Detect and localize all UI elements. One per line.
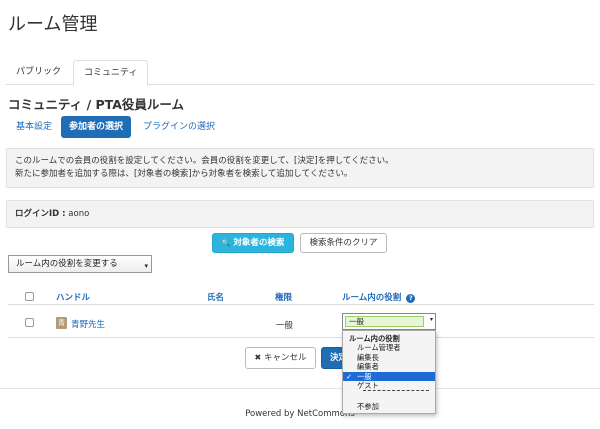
instructions-line-1: このルームでの会員の役割を設定してください。会員の役割を変更して、[決定]を押し… — [15, 156, 394, 166]
search-members-label: 対象者の検索 — [233, 238, 285, 248]
space-tabs: パブリック コミュニティ — [6, 60, 594, 86]
checkmark-icon: ✓ — [346, 372, 353, 381]
member-authority: 一般 — [276, 321, 294, 331]
help-icon[interactable]: ? — [406, 294, 416, 303]
dropdown-option-room-admin[interactable]: ルーム管理者 — [343, 343, 435, 352]
footer-divider — [0, 388, 600, 389]
page-title: ルーム管理 — [8, 14, 98, 35]
login-id-box: ログインID : aono — [6, 200, 594, 228]
member-handle-link[interactable]: 青野先生 — [71, 318, 105, 330]
column-header-handle[interactable]: ハンドル — [56, 291, 90, 303]
bulk-role-select-value: ルーム内の役割を変更する — [16, 259, 118, 269]
role-dropdown-menu: ルーム内の役割 ルーム管理者 編集長 編集者 ✓ 一般 ゲスト 不参加 — [342, 330, 436, 414]
column-header-authority[interactable]: 権限 — [275, 291, 292, 303]
instructions-line-2: 新たに参加者を追加する際は、[対象者の検索]から対象者を検索して追加してください… — [15, 169, 353, 179]
avatar: 青 — [56, 317, 67, 329]
clear-search-button[interactable]: 検索条件のクリア — [300, 233, 387, 253]
row-checkbox[interactable] — [25, 318, 34, 327]
tab-community[interactable]: コミュニティ — [73, 60, 149, 86]
close-icon: ✖ — [254, 353, 262, 362]
column-header-room-role-label: ルーム内の役割 — [342, 293, 402, 303]
bulk-role-select[interactable]: ルーム内の役割を変更する ▾ — [8, 255, 152, 273]
dropdown-option-editor[interactable]: 編集者 — [343, 362, 435, 371]
member-role-value: 一般 — [345, 316, 424, 327]
chevron-down-icon: ▾ — [144, 262, 148, 270]
select-all-checkbox[interactable] — [25, 292, 34, 301]
instructions-box: このルームでの会員の役割を設定してください。会員の役割を変更して、[決定]を押し… — [6, 148, 594, 188]
login-id-label: ログインID : — [15, 209, 66, 219]
cancel-button[interactable]: ✖ キャンセル — [245, 347, 316, 369]
dropdown-option-not-participating[interactable]: 不参加 — [343, 402, 435, 411]
room-title: コミュニティ / PTA役員ルーム — [8, 97, 185, 112]
chevron-down-icon: ▾ — [429, 316, 433, 323]
dropdown-separator — [363, 390, 429, 391]
search-icon: 🔍 — [221, 239, 231, 247]
dropdown-option-guest[interactable]: ゲスト — [343, 381, 435, 390]
pill-select-members[interactable]: 参加者の選択 — [61, 116, 132, 138]
table-header-divider — [8, 304, 594, 305]
cancel-button-label: キャンセル — [263, 353, 307, 363]
footer-credit: Powered by NetCommons — [245, 409, 355, 419]
login-id-value: aono — [68, 209, 90, 219]
dropdown-option-general[interactable]: ✓ 一般 — [343, 372, 435, 381]
search-members-button[interactable]: 🔍 対象者の検索 — [212, 233, 294, 253]
dropdown-option-general-label: 一般 — [357, 372, 372, 381]
table-row-divider — [8, 337, 594, 338]
pill-basic-settings[interactable]: 基本設定 — [8, 116, 60, 138]
column-header-room-role[interactable]: ルーム内の役割 ? — [342, 291, 416, 303]
pill-select-plugins[interactable]: プラグインの選択 — [135, 116, 223, 138]
member-role-select[interactable]: 一般 ▾ — [342, 313, 436, 330]
column-header-name[interactable]: 氏名 — [207, 291, 224, 303]
dropdown-group-header: ルーム内の役割 — [349, 334, 400, 343]
tab-public[interactable]: パブリック — [6, 60, 71, 85]
dropdown-option-chief-editor[interactable]: 編集長 — [343, 353, 435, 362]
